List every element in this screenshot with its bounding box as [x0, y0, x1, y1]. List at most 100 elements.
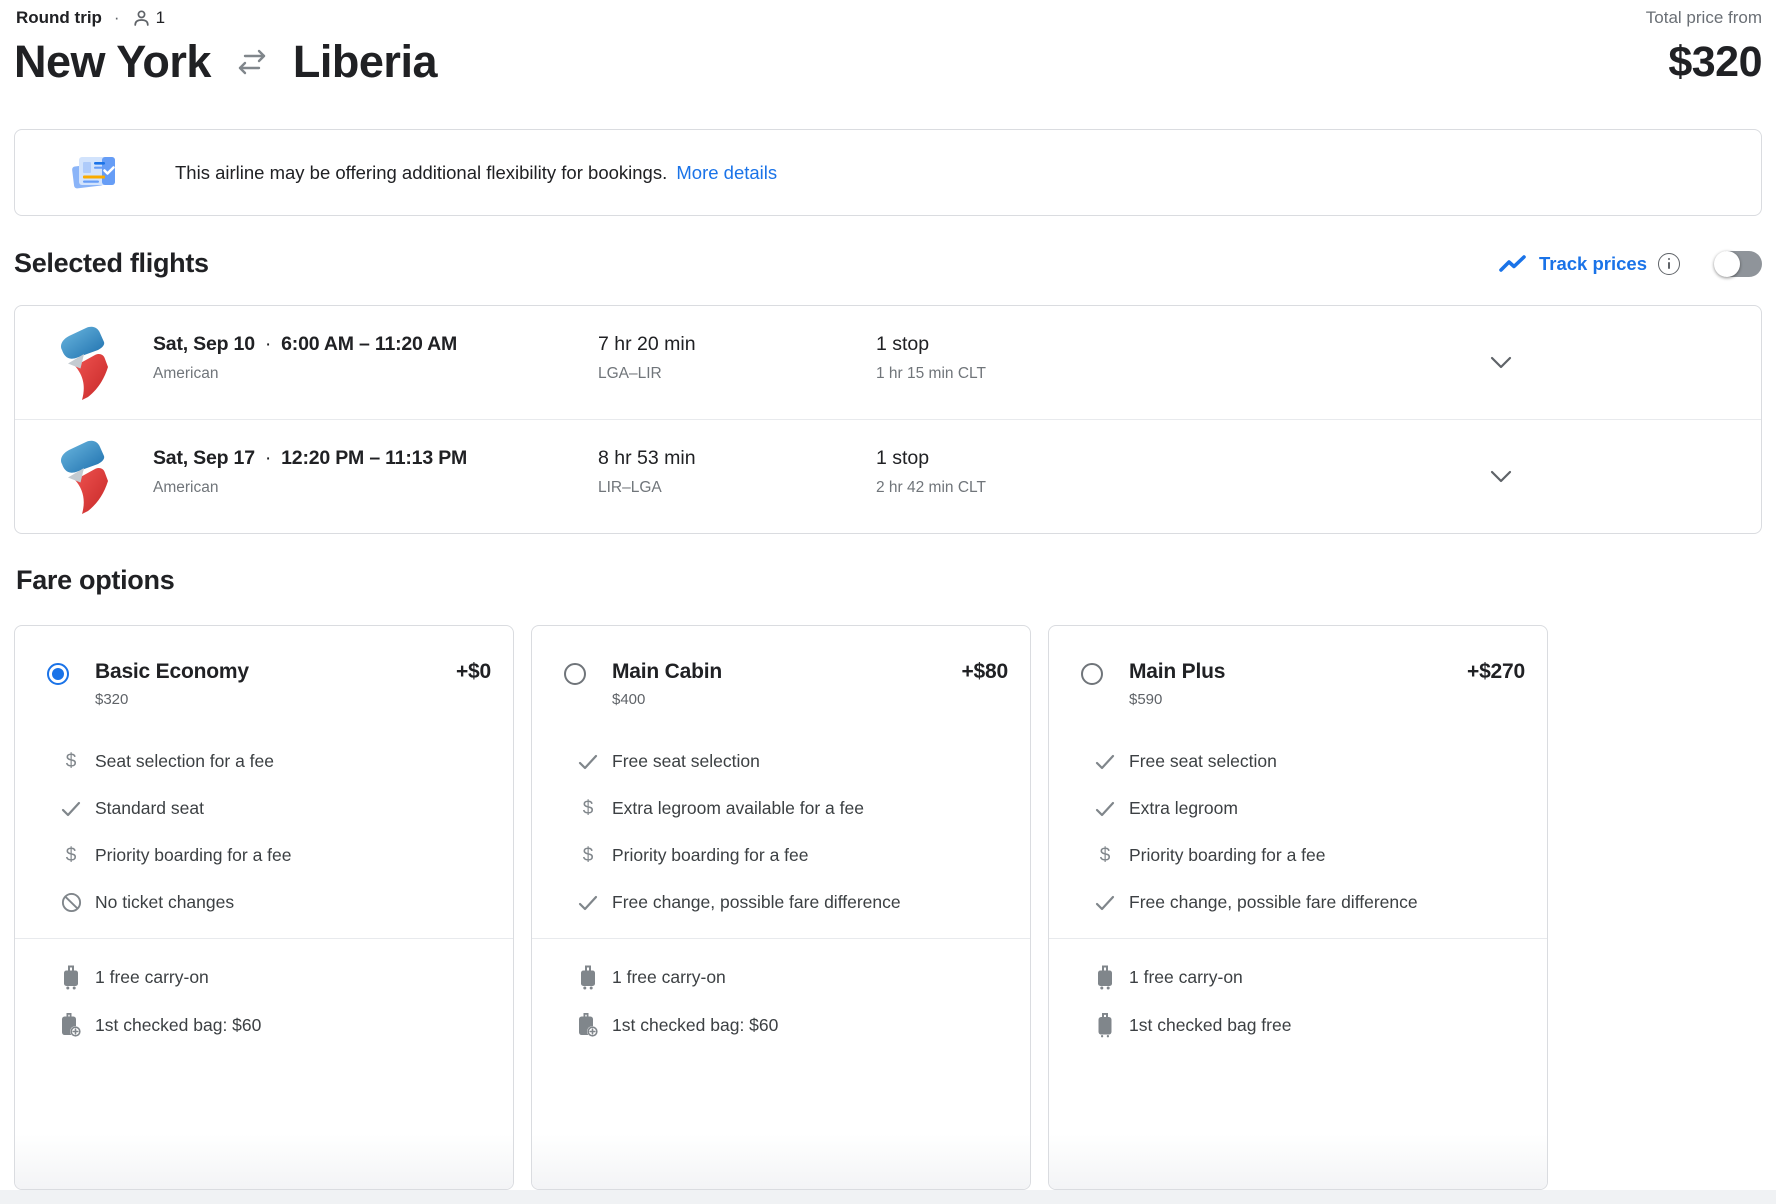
fare-feature-text: Extra legroom available for a fee	[612, 798, 864, 818]
carry-on-bag-icon	[1093, 964, 1117, 990]
flight-stops-col: 1 stop 2 hr 42 min CLT	[876, 447, 986, 497]
baggage-item: 1st checked bag free	[1049, 1001, 1547, 1049]
dollar-icon: $	[582, 797, 594, 819]
swap-arrows-icon	[233, 47, 271, 77]
selected-flights-card: Sat, Sep 10 · 6:00 AM – 11:20 AM America…	[14, 305, 1762, 534]
block-icon	[59, 892, 83, 913]
fare-price: $400	[612, 691, 646, 708]
check-icon	[1093, 801, 1117, 817]
fare-feature: Free change, possible fare difference	[1049, 879, 1547, 926]
fare-card-basic-economy[interactable]: Basic Economy $320 +$0 $ Seat selection …	[14, 625, 514, 1190]
separator-dot: ·	[264, 447, 272, 469]
fare-card-main-cabin[interactable]: Main Cabin $400 +$80 Free seat selection…	[531, 625, 1031, 1190]
fare-feature-text: Free change, possible fare difference	[1129, 892, 1418, 912]
flight-row-outbound[interactable]: Sat, Sep 10 · 6:00 AM – 11:20 AM America…	[15, 306, 1761, 420]
check-icon	[576, 754, 600, 770]
total-price-label: Total price from	[1645, 8, 1762, 27]
fare-feature-text: Seat selection for a fee	[95, 751, 274, 771]
check-icon	[576, 895, 600, 911]
flight-duration: 8 hr 53 min	[598, 447, 696, 469]
baggage-item: 1 free carry-on	[15, 953, 513, 1001]
ticket-flexibility-icon	[71, 152, 117, 194]
origin-city: New York	[14, 36, 211, 87]
dollar-icon: $	[582, 844, 594, 866]
fare-name: Main Plus	[1129, 660, 1226, 683]
fare-options-row: Basic Economy $320 +$0 $ Seat selection …	[14, 625, 1548, 1190]
fare-feature-list: $ Seat selection for a fee Standard seat…	[15, 738, 513, 926]
fare-feature-text: Free change, possible fare difference	[612, 892, 901, 912]
dollar-icon: $	[1099, 844, 1111, 866]
radio-button-selected[interactable]	[47, 663, 69, 685]
destination-city: Liberia	[292, 36, 438, 87]
fare-feature: $ Priority boarding for a fee	[532, 832, 1030, 879]
fare-feature: $ Seat selection for a fee	[15, 738, 513, 785]
flight-stops: 1 stop	[876, 447, 930, 469]
flight-duration-col: 7 hr 20 min LGA–LIR	[598, 333, 696, 383]
flight-date: Sat, Sep 17	[153, 447, 255, 469]
selected-flights-header: Selected flights Track prices	[14, 248, 1762, 279]
fare-name: Basic Economy	[95, 660, 249, 683]
trip-meta: Round trip · 1	[16, 8, 165, 28]
fare-feature: Standard seat	[15, 785, 513, 832]
fare-feature-text: No ticket changes	[95, 892, 235, 912]
flight-stop-detail: 1 hr 15 min CLT	[876, 365, 986, 382]
fare-feature-text: Free seat selection	[612, 751, 760, 771]
flight-stops: 1 stop	[876, 333, 930, 355]
fare-card-header: Main Cabin $400 +$80	[532, 626, 1030, 708]
fare-delta-price: +$0	[455, 660, 491, 683]
selected-flights-title: Selected flights	[14, 248, 209, 278]
radio-button-unselected[interactable]	[564, 663, 586, 685]
checked-bag-icon	[1093, 1012, 1117, 1038]
more-details-link[interactable]: More details	[676, 162, 777, 183]
chevron-down-icon[interactable]	[1490, 470, 1512, 483]
fare-feature: No ticket changes	[15, 879, 513, 926]
info-icon[interactable]	[1658, 252, 1680, 275]
baggage-text: 1st checked bag free	[1129, 1014, 1292, 1035]
flight-row-return[interactable]: Sat, Sep 17 · 12:20 PM – 11:13 PM Americ…	[15, 420, 1761, 533]
fare-feature: Extra legroom	[1049, 785, 1547, 832]
fare-feature: $ Extra legroom available for a fee	[532, 785, 1030, 832]
carry-on-bag-icon	[576, 964, 600, 990]
dollar-icon: $	[65, 750, 77, 772]
price-trend-icon	[1498, 254, 1528, 274]
baggage-item: 1st checked bag: $60	[532, 1001, 1030, 1049]
fare-feature: $ Priority boarding for a fee	[15, 832, 513, 879]
flight-times: 12:20 PM – 11:13 PM	[281, 447, 468, 469]
track-prices-toggle[interactable]	[1714, 250, 1762, 277]
separator-dot: ·	[113, 8, 120, 27]
flight-stop-detail: 2 hr 42 min CLT	[876, 479, 986, 496]
fare-card-main-plus[interactable]: Main Plus $590 +$270 Free seat selection…	[1048, 625, 1548, 1190]
fare-feature: Free change, possible fare difference	[532, 879, 1030, 926]
route-title: New York Liberia	[14, 36, 437, 88]
divider	[15, 938, 513, 939]
fare-delta-price: +$270	[1467, 660, 1525, 683]
banner-message-text: This airline may be offering additional …	[175, 161, 668, 183]
flexibility-banner: This airline may be offering additional …	[14, 129, 1762, 216]
fare-feature-text: Priority boarding for a fee	[612, 845, 809, 865]
carry-on-bag-icon	[59, 964, 83, 990]
track-prices-label[interactable]: Track prices	[1539, 253, 1647, 275]
radio-button-unselected[interactable]	[1081, 663, 1103, 685]
fare-name: Main Cabin	[612, 660, 723, 683]
trip-type-label: Round trip	[16, 8, 102, 27]
american-airlines-logo	[55, 326, 113, 400]
check-icon	[1093, 754, 1117, 770]
fare-baggage-list: 1 free carry-on 1st checked bag free	[1049, 953, 1547, 1049]
check-icon	[59, 801, 83, 817]
fare-feature: $ Priority boarding for a fee	[1049, 832, 1547, 879]
baggage-text: 1 free carry-on	[95, 966, 209, 987]
flight-times: 6:00 AM – 11:20 AM	[281, 333, 458, 355]
checked-bag-add-icon	[59, 1012, 83, 1038]
flight-route: LIR–LGA	[598, 479, 662, 496]
fare-feature-list: Free seat selection $ Extra legroom avai…	[532, 738, 1030, 926]
baggage-item: 1st checked bag: $60	[15, 1001, 513, 1049]
chevron-down-icon[interactable]	[1490, 356, 1512, 369]
dollar-icon: $	[65, 844, 77, 866]
flight-date: Sat, Sep 10	[153, 333, 255, 355]
fare-feature: Free seat selection	[532, 738, 1030, 785]
baggage-text: 1st checked bag: $60	[95, 1014, 262, 1035]
fare-card-header: Basic Economy $320 +$0	[15, 626, 513, 708]
fare-baggage-list: 1 free carry-on 1st checked bag: $60	[532, 953, 1030, 1049]
checked-bag-add-icon	[576, 1012, 600, 1038]
fare-feature-text: Free seat selection	[1129, 751, 1277, 771]
